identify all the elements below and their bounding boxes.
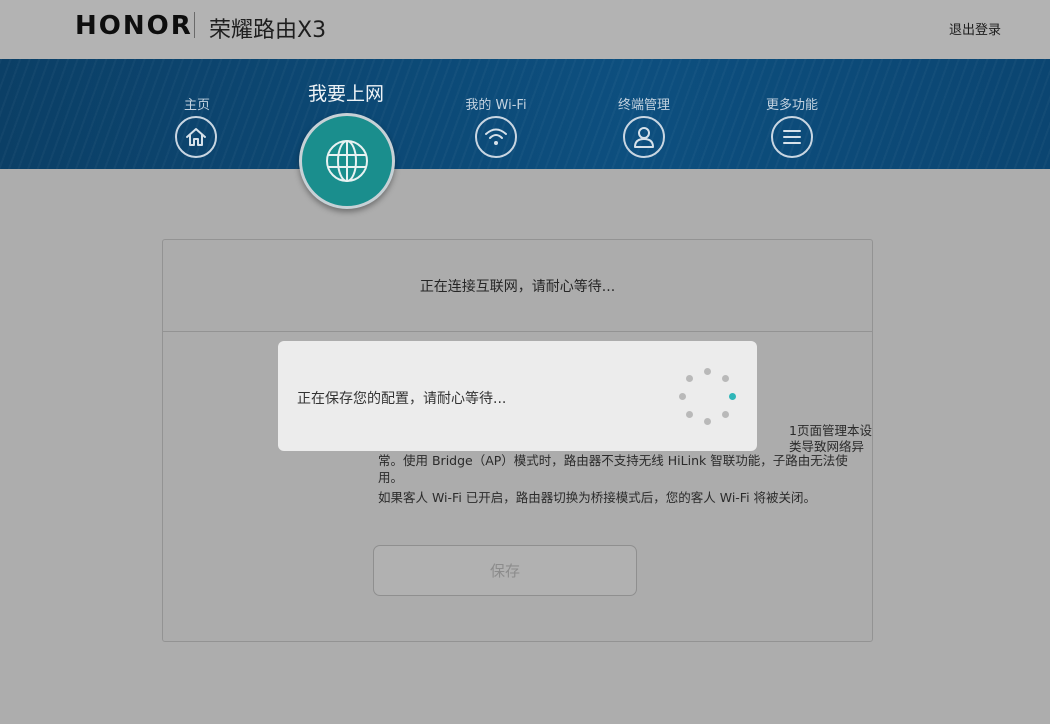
brand-logo: HONOR: [75, 11, 193, 41]
saving-dialog: 正在保存您的配置，请耐心等待...: [278, 341, 757, 451]
nav-item-wifi[interactable]: 我的 Wi-Fi: [441, 59, 551, 158]
logout-link[interactable]: 退出登录: [949, 19, 1001, 38]
globe-icon[interactable]: [299, 113, 395, 209]
bridge-mode-description: 常。使用 Bridge（AP）模式时，路由器不支持无线 HiLink 智联功能，…: [378, 453, 848, 511]
nav-item-devices[interactable]: 终端管理: [589, 59, 699, 158]
user-icon: [623, 116, 665, 158]
nav-label-home: 主页: [183, 98, 210, 113]
spinner-dot: [704, 418, 711, 425]
description-line-3: 常。使用 Bridge（AP）模式时，路由器不支持无线 HiLink 智联功能，…: [378, 453, 848, 468]
nav-item-more[interactable]: 更多功能: [737, 59, 847, 158]
top-bar: HONOR 荣耀路由X3 退出登录: [0, 0, 1050, 59]
spinner-dot: [679, 393, 686, 400]
spinner-dot-active: [729, 393, 736, 400]
loading-spinner-icon: [677, 363, 741, 427]
logo-divider: [194, 12, 195, 38]
nav-label-internet: 我要上网: [307, 83, 384, 105]
description-line-4: 用。: [378, 469, 404, 485]
save-button[interactable]: 保存: [373, 545, 637, 596]
saving-message: 正在保存您的配置，请耐心等待...: [297, 391, 507, 407]
spinner-dot: [704, 368, 711, 375]
spinner-dot: [722, 411, 729, 418]
nav-label-more: 更多功能: [765, 98, 818, 113]
home-icon: [175, 116, 217, 158]
nav-label-wifi: 我的 Wi-Fi: [465, 98, 527, 113]
spinner-dot: [722, 375, 729, 382]
nav-item-home[interactable]: 主页: [142, 59, 252, 158]
nav-label-devices: 终端管理: [617, 98, 670, 113]
spinner-dot: [686, 411, 693, 418]
menu-icon: [771, 116, 813, 158]
guest-wifi-note: 如果客人 Wi-Fi 已开启，路由器切换为桥接模式后，您的客人 Wi-Fi 将被…: [378, 490, 817, 505]
spinner-dot: [686, 375, 693, 382]
product-name: 荣耀路由X3: [209, 18, 327, 43]
wifi-icon: [475, 116, 517, 158]
connection-status: 正在连接互联网，请耐心等待...: [163, 240, 872, 332]
